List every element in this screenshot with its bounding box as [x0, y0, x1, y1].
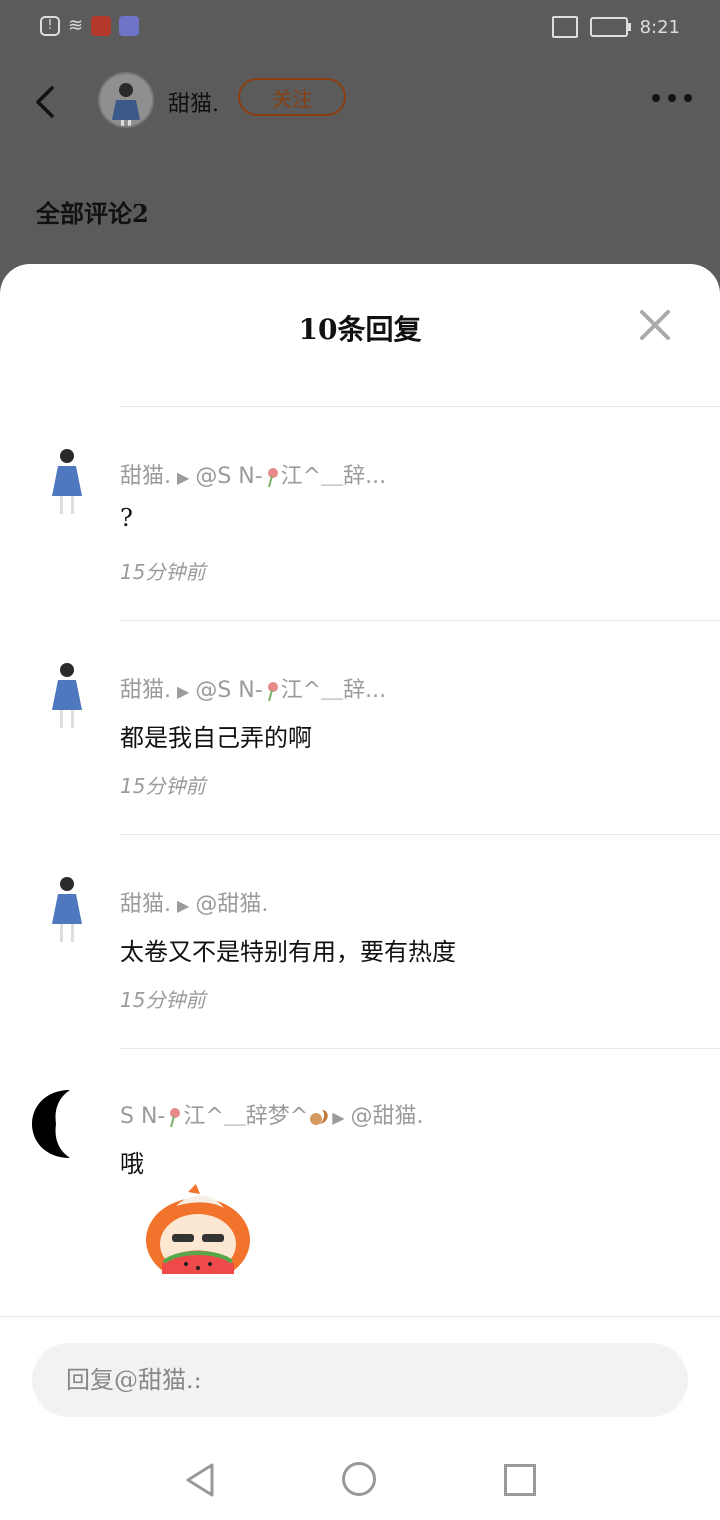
reply-arrow-icon: ▶	[177, 468, 190, 487]
more-dot-icon	[684, 94, 692, 102]
reply-item[interactable]: 甜猫. ▶ @S N- 江^＿辞... ? 15分钟前	[0, 406, 720, 620]
reply-text: 太卷又不是特别有用，要有热度	[120, 938, 456, 966]
reply-arrow-icon: ▶	[177, 682, 190, 701]
reply-author[interactable]: S N-	[120, 1104, 165, 1129]
more-dot-icon	[668, 94, 676, 102]
author-avatar[interactable]	[98, 72, 154, 128]
close-button[interactable]	[638, 308, 672, 342]
reply-header: 甜猫. ▶ @甜猫.	[120, 886, 268, 918]
reply-author[interactable]: 甜猫.	[120, 678, 171, 703]
reply-text: 哦	[120, 1150, 144, 1178]
reply-author-suffix: 江^＿辞梦^	[183, 1104, 309, 1129]
all-comments-heading: 全部评论2	[36, 199, 149, 228]
reply-avatar[interactable]	[46, 874, 88, 946]
battery-charging-icon	[589, 17, 631, 37]
reply-text: ?	[120, 504, 133, 532]
app-notification-icon	[91, 16, 112, 36]
squirrel-emoji-icon	[308, 1106, 329, 1128]
status-time: 8:21	[639, 16, 680, 38]
reply-avatar[interactable]	[46, 660, 88, 732]
flower-emoji-icon	[165, 1106, 183, 1128]
cast-icon	[551, 16, 578, 38]
reply-author[interactable]: 甜猫.	[120, 464, 171, 489]
triangle-back-icon	[186, 1463, 214, 1497]
reply-item[interactable]: S N- 江^＿辞梦^ ▶ @甜猫. 哦	[0, 1048, 720, 1316]
nav-recents-button[interactable]	[504, 1464, 536, 1496]
reply-avatar[interactable]	[46, 446, 88, 518]
reply-target-name[interactable]: @甜猫.	[195, 892, 268, 917]
reply-arrow-icon: ▶	[177, 896, 190, 915]
close-icon	[640, 310, 670, 340]
reply-item[interactable]: 甜猫. ▶ @甜猫. 太卷又不是特别有用，要有热度 15分钟前	[0, 834, 720, 1048]
wifi-icon: ≋	[68, 15, 84, 36]
author-name[interactable]: 甜猫.	[168, 86, 219, 118]
music-app-icon	[119, 16, 140, 36]
more-dot-icon	[652, 94, 660, 102]
reply-arrow-icon: ▶	[332, 1108, 345, 1127]
status-bar: ! ≋ 8:21	[0, 0, 720, 56]
alert-icon: !	[40, 16, 60, 36]
reply-item[interactable]: 甜猫. ▶ @S N- 江^＿辞... 都是我自己弄的啊 15分钟前	[0, 620, 720, 834]
reply-target-name[interactable]: @S N-	[195, 464, 262, 489]
reply-target-name-suffix: 江^＿辞...	[280, 678, 387, 703]
reply-text: 都是我自己弄的啊	[120, 724, 312, 752]
more-options-button[interactable]	[652, 94, 692, 102]
reply-target-name[interactable]: @S N-	[195, 678, 262, 703]
nav-back-button[interactable]	[184, 1462, 216, 1498]
replies-sheet: 10条回复 甜猫. ▶ @S N- 江^＿辞... ? 15分钟前 甜猫. ▶ @S N-…	[0, 264, 720, 1520]
chevron-left-icon	[36, 86, 54, 118]
reply-input-bar	[0, 1316, 720, 1437]
reply-header: 甜猫. ▶ @S N- 江^＿辞...	[120, 672, 386, 704]
reply-input[interactable]	[32, 1343, 688, 1417]
reply-target-name-suffix: 江^＿辞...	[280, 464, 387, 489]
status-left-icons: ! ≋	[40, 15, 140, 36]
reply-target-name[interactable]: @甜猫.	[351, 1104, 424, 1129]
status-right-icons: 8:21	[551, 16, 680, 38]
back-button[interactable]	[30, 84, 60, 120]
flower-emoji-icon	[263, 680, 281, 702]
flower-emoji-icon	[263, 466, 281, 488]
reply-time: 15分钟前	[120, 560, 206, 584]
system-nav-bar	[0, 1436, 720, 1520]
reply-time: 15分钟前	[120, 774, 206, 798]
reply-author[interactable]: 甜猫.	[120, 892, 171, 917]
sticker-image[interactable]	[136, 1184, 260, 1274]
sheet-title: 10条回复	[298, 313, 422, 346]
reply-header: 甜猫. ▶ @S N- 江^＿辞...	[120, 458, 386, 490]
follow-button[interactable]: 关注	[238, 78, 346, 116]
reply-avatar[interactable]	[32, 1088, 98, 1160]
profile-header: 甜猫. 关注	[0, 56, 720, 156]
reply-header: S N- 江^＿辞梦^ ▶ @甜猫.	[120, 1098, 424, 1130]
nav-home-button[interactable]	[342, 1462, 376, 1496]
reply-time: 15分钟前	[120, 988, 206, 1012]
